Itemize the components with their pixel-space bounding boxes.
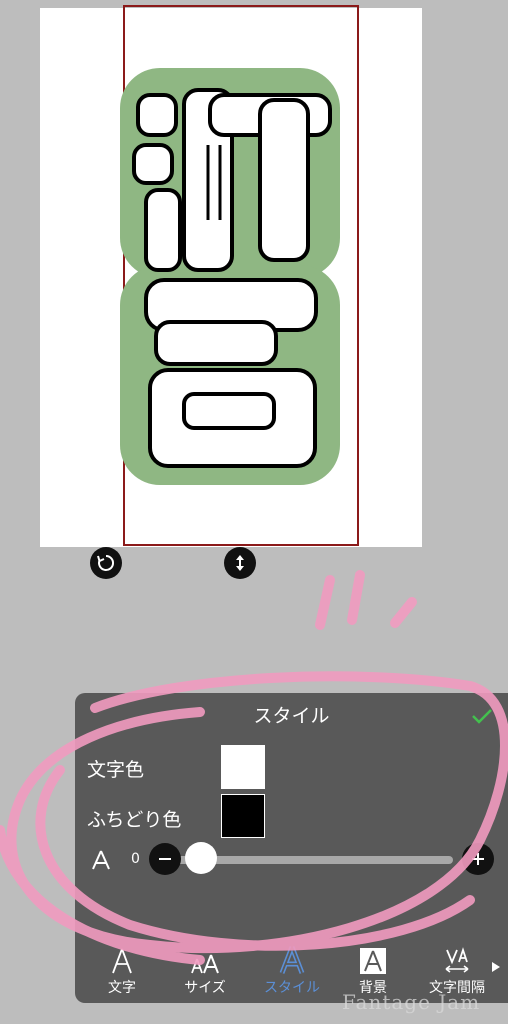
tab-size[interactable]: サイズ: [170, 941, 240, 997]
uchiwa-lettering: [120, 68, 340, 485]
text-size-icon: [191, 954, 219, 974]
tab-style[interactable]: スタイル: [257, 941, 327, 997]
rotate-icon: [97, 554, 115, 571]
slider-thumb[interactable]: [185, 842, 217, 874]
outline-color-label: ふちどり色: [87, 809, 182, 831]
watermark: Fantage Jam: [342, 990, 481, 1014]
letter-a-icon: [112, 948, 132, 974]
increase-button[interactable]: [462, 843, 494, 875]
outline-width-icon: [92, 850, 110, 870]
letter-spacing-icon: [445, 947, 469, 973]
outlined-letter-icon: [279, 946, 305, 974]
decrease-button[interactable]: [149, 843, 181, 875]
text-color-label: 文字色: [87, 759, 145, 781]
confirm-checkmark-icon[interactable]: [471, 707, 493, 725]
minus-icon: [159, 858, 171, 860]
vertical-resize-icon: [236, 555, 244, 571]
plus-icon: [472, 853, 484, 865]
rotate-button[interactable]: [90, 547, 122, 579]
scroll-right-icon[interactable]: [491, 961, 501, 973]
style-panel: スタイル 文字色 ふちどり色 0 文字 サイズ スタイル 背景 文字間隔: [75, 693, 508, 1003]
resize-button[interactable]: [224, 547, 256, 579]
outline-color-swatch[interactable]: [221, 794, 265, 838]
letter-background-icon: [360, 948, 386, 974]
tab-letter-spacing[interactable]: 文字間隔: [422, 941, 492, 997]
outline-width-value: 0: [131, 851, 140, 867]
tab-text[interactable]: 文字: [87, 941, 157, 997]
panel-title: スタイル: [253, 705, 330, 727]
text-color-swatch[interactable]: [221, 745, 265, 789]
tab-background[interactable]: 背景: [338, 941, 408, 997]
